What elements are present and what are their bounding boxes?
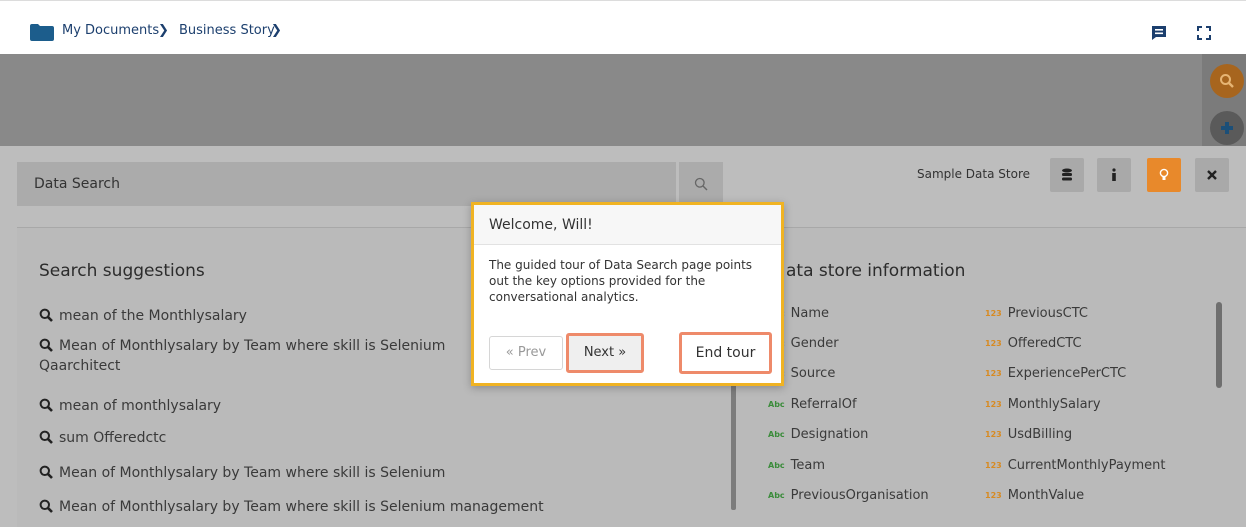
- folder-icon: [30, 24, 54, 41]
- suggestion-text: mean of the Monthlysalary: [59, 308, 247, 324]
- field-name: Name: [790, 306, 830, 321]
- field-name: Team: [790, 458, 826, 473]
- search-icon: [1220, 74, 1234, 88]
- tour-next-button[interactable]: Next »: [566, 333, 644, 373]
- field-item[interactable]: 123 ExperiencePerCTC: [985, 366, 1126, 381]
- suggestion-item[interactable]: Mean of Monthlysalary by Team where skil…: [39, 497, 544, 517]
- store-info-title: ata store information: [786, 261, 966, 281]
- tour-prev-button[interactable]: « Prev: [489, 336, 563, 370]
- field-name: MonthValue: [1007, 488, 1085, 503]
- database-icon: [1062, 168, 1072, 181]
- suggestion-item[interactable]: Mean of Monthlysalary by Team where skil…: [39, 463, 445, 483]
- suggestion-text: Mean of Monthlysalary by Team where skil…: [59, 338, 446, 354]
- breadcrumb-business-story[interactable]: Business Story: [179, 23, 275, 38]
- breadcrumb-separator: ❯: [271, 23, 282, 38]
- tour-header: Welcome, Will!: [474, 205, 781, 245]
- breadcrumb-separator: ❯: [158, 23, 169, 38]
- add-circle-button[interactable]: [1210, 111, 1244, 145]
- number-type-icon: 123: [985, 491, 1002, 500]
- field-item[interactable]: 123 UsdBilling: [985, 427, 1072, 442]
- close-icon: [1207, 170, 1217, 180]
- search-icon: [39, 308, 53, 322]
- search-icon: [39, 499, 53, 513]
- number-type-icon: 123: [985, 339, 1002, 348]
- field-item[interactable]: Abc PreviousOrganisation: [768, 488, 929, 503]
- field-item[interactable]: 123 PreviousCTC: [985, 306, 1088, 321]
- number-type-icon: 123: [985, 369, 1002, 378]
- search-icon: [39, 398, 53, 412]
- header-strip: [0, 54, 1246, 146]
- info-button[interactable]: [1097, 158, 1131, 192]
- suggestion-text: Mean of Monthlysalary by Team where skil…: [59, 499, 544, 515]
- suggestion-item[interactable]: mean of monthlysalary: [39, 396, 221, 416]
- field-name: UsdBilling: [1007, 427, 1073, 442]
- field-item[interactable]: 123 MonthlySalary: [985, 397, 1101, 412]
- suggestion-item-continued[interactable]: Qaarchitect: [39, 356, 120, 376]
- search-icon: [39, 465, 53, 479]
- fullscreen-icon[interactable]: [1196, 25, 1212, 41]
- suggestion-text: mean of monthlysalary: [59, 398, 222, 414]
- suggestion-text: Mean of Monthlysalary by Team where skil…: [59, 465, 446, 481]
- field-name: OfferedCTC: [1007, 336, 1082, 351]
- close-button[interactable]: [1195, 158, 1229, 192]
- field-item[interactable]: 123 CurrentMonthlyPayment: [985, 458, 1166, 473]
- tour-title: Welcome, Will!: [489, 217, 593, 233]
- suggestion-text: sum Offeredctc: [59, 430, 167, 446]
- field-name: PreviousCTC: [1007, 306, 1088, 321]
- plus-icon: [1221, 122, 1233, 134]
- suggestions-title: Search suggestions: [39, 261, 205, 281]
- number-type-icon: 123: [985, 309, 1002, 318]
- field-item[interactable]: Abc ReferralOf: [768, 397, 857, 412]
- field-name: Gender: [790, 336, 839, 351]
- field-item[interactable]: Abc Team: [768, 458, 825, 473]
- data-search-placeholder: Data Search: [34, 176, 120, 192]
- search-icon: [694, 177, 708, 191]
- search-circle-button[interactable]: [1210, 64, 1244, 98]
- guided-tour-popover: Welcome, Will! The guided tour of Data S…: [471, 202, 784, 386]
- suggestion-item[interactable]: Mean of Monthlysalary by Team where skil…: [39, 336, 445, 356]
- search-icon: [39, 430, 53, 444]
- field-name: Designation: [790, 427, 869, 442]
- field-item[interactable]: 123 OfferedCTC: [985, 336, 1082, 351]
- breadcrumb-my-documents[interactable]: My Documents: [62, 23, 159, 38]
- number-type-icon: 123: [985, 430, 1002, 439]
- number-type-icon: 123: [985, 461, 1002, 470]
- search-icon: [39, 338, 53, 352]
- field-item[interactable]: 123 MonthValue: [985, 488, 1084, 503]
- tour-lightbulb-button[interactable]: [1147, 158, 1181, 192]
- field-name: ExperiencePerCTC: [1007, 366, 1127, 381]
- field-name: CurrentMonthlyPayment: [1007, 458, 1166, 473]
- suggestion-item[interactable]: mean of the Monthlysalary: [39, 306, 247, 326]
- number-type-icon: 123: [985, 400, 1002, 409]
- field-name: MonthlySalary: [1007, 397, 1101, 412]
- side-action-panel: [1202, 54, 1246, 146]
- search-button[interactable]: [679, 162, 723, 206]
- info-icon: [1112, 168, 1116, 181]
- lightbulb-icon: [1159, 168, 1169, 180]
- database-button[interactable]: [1050, 158, 1084, 192]
- data-store-name: Sample Data Store: [917, 167, 1030, 181]
- abc-type-icon: Abc: [768, 491, 785, 500]
- abc-type-icon: Abc: [768, 430, 785, 439]
- field-name: Source: [790, 366, 836, 381]
- tour-end-button[interactable]: End tour: [679, 332, 772, 374]
- comment-icon[interactable]: [1151, 25, 1167, 41]
- top-bar: My Documents ❯ Business Story ❯: [0, 0, 1246, 54]
- abc-type-icon: Abc: [768, 461, 785, 470]
- suggestion-text: Qaarchitect: [39, 358, 121, 374]
- field-name: ReferralOf: [790, 397, 857, 412]
- tour-description: The guided tour of Data Search page poin…: [489, 258, 753, 304]
- suggestion-item[interactable]: sum Offeredctc: [39, 428, 166, 448]
- store-info-scrollbar[interactable]: [1216, 302, 1222, 388]
- field-item[interactable]: Abc Designation: [768, 427, 868, 442]
- field-name: PreviousOrganisation: [790, 488, 929, 503]
- abc-type-icon: Abc: [768, 400, 785, 409]
